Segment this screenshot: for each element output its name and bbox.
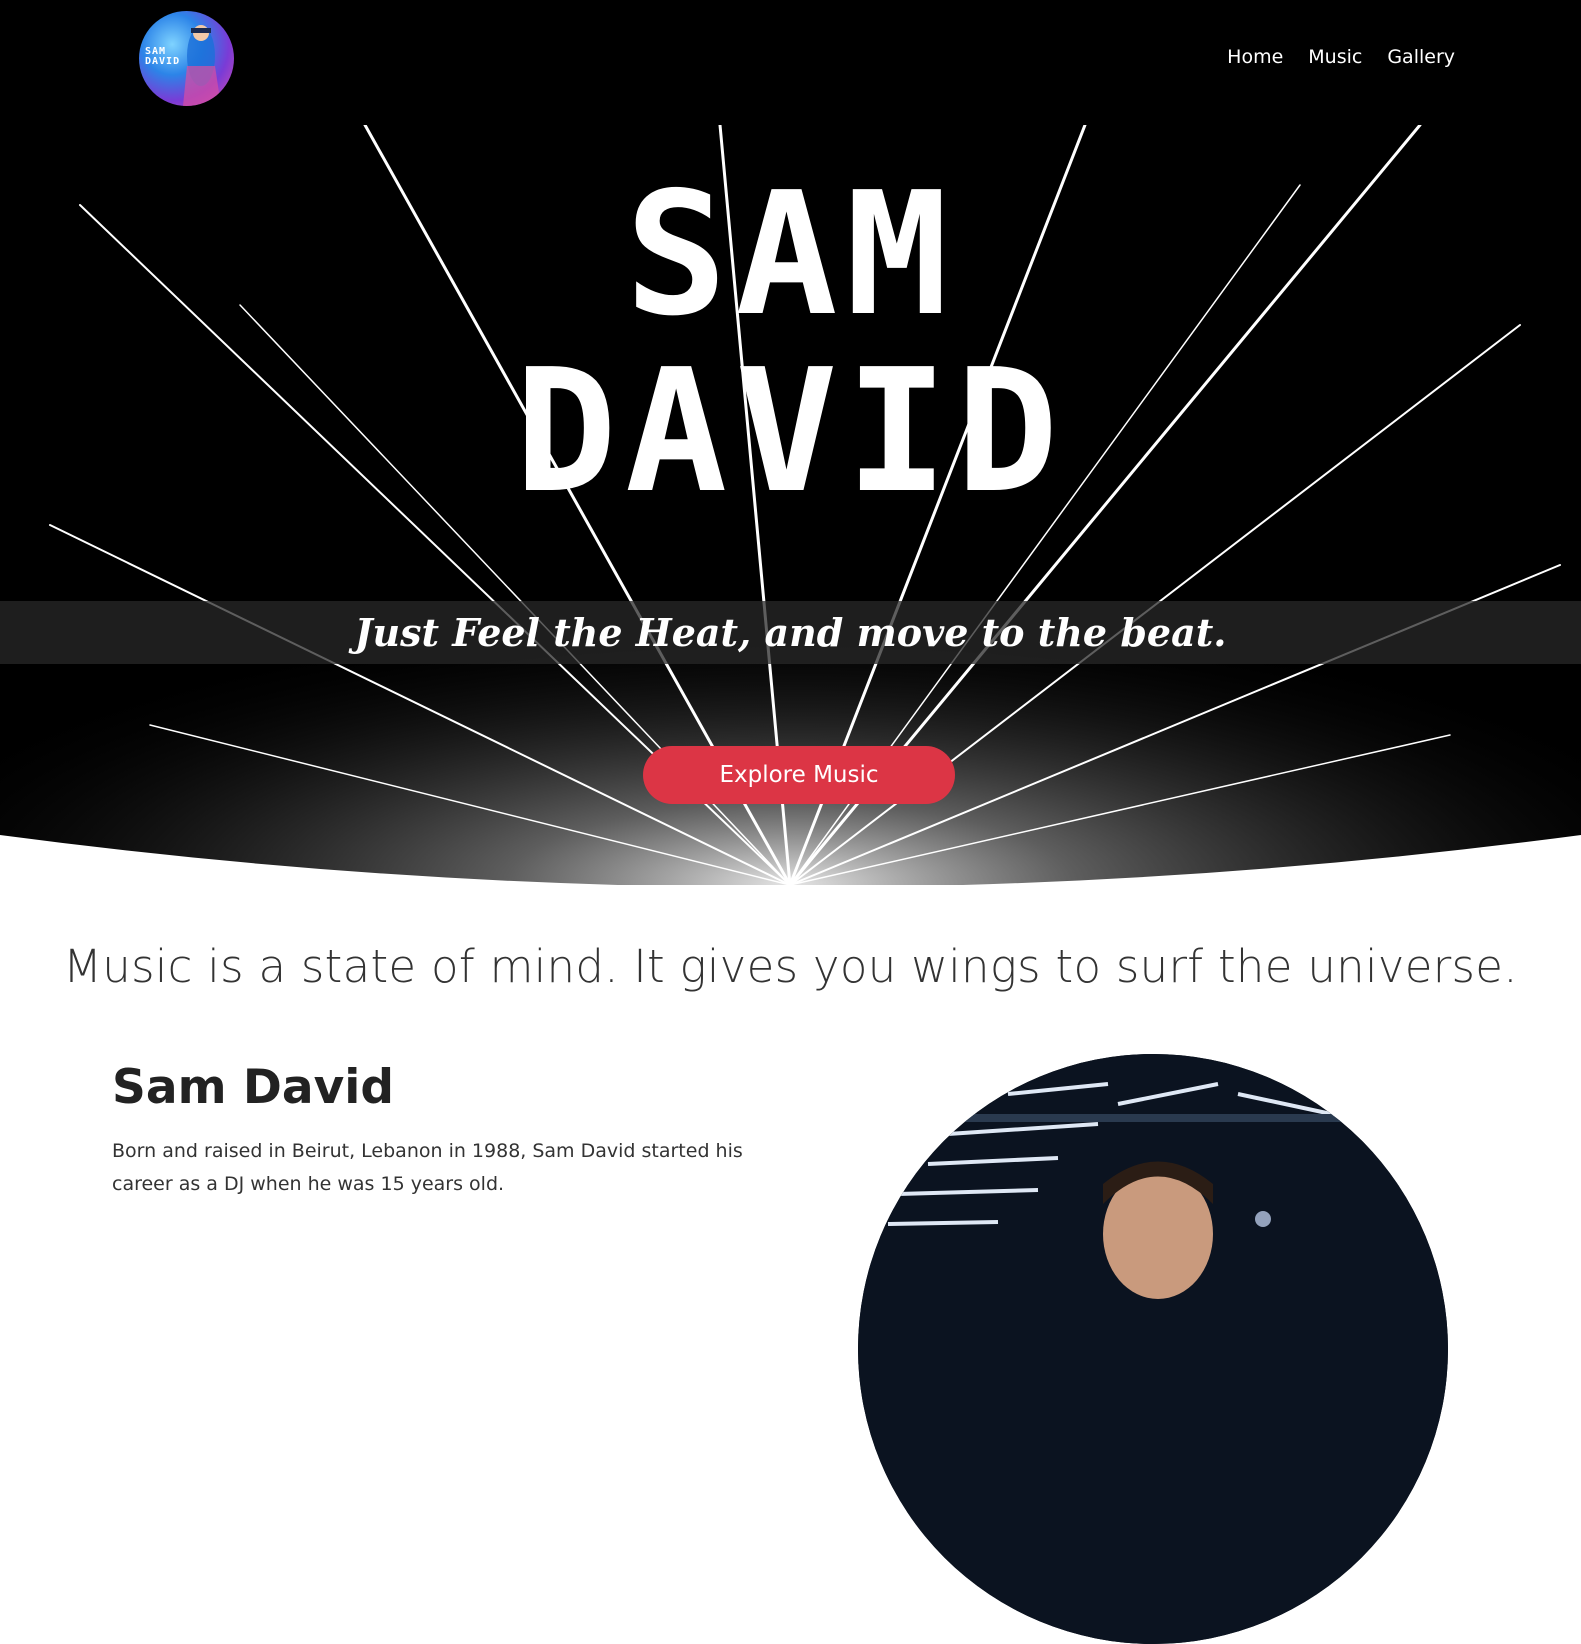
bio-heading: Sam David: [112, 1060, 395, 1115]
quote-text: Music is a state of mind. It gives you w…: [63, 940, 1518, 993]
hero-section: SAM DAVID Just Feel the Heat, and move t…: [0, 125, 1581, 885]
nav-home-link[interactable]: Home: [1227, 46, 1283, 68]
hero-bottom-curve: [0, 835, 1581, 885]
explore-music-button[interactable]: Explore Music: [643, 746, 955, 804]
artist-photo: [858, 1054, 1448, 1644]
logo[interactable]: SAM DAVID: [139, 11, 234, 106]
nav-links: Home Music Gallery: [1227, 46, 1455, 68]
nav-music-link[interactable]: Music: [1308, 46, 1362, 68]
hero-title-line2: DAVID: [514, 333, 1067, 531]
hero-title-line1: SAM: [624, 156, 957, 354]
nav-gallery-link[interactable]: Gallery: [1387, 46, 1455, 68]
artist-photo-image: [858, 1054, 1448, 1644]
hero-tagline: Just Feel the Heat, and move to the beat…: [354, 610, 1227, 655]
bio-text: Born and raised in Beirut, Lebanon in 19…: [112, 1140, 743, 1195]
logo-text: SAM DAVID: [145, 46, 181, 67]
navbar: SAM DAVID Home Music Gallery: [0, 0, 1581, 125]
